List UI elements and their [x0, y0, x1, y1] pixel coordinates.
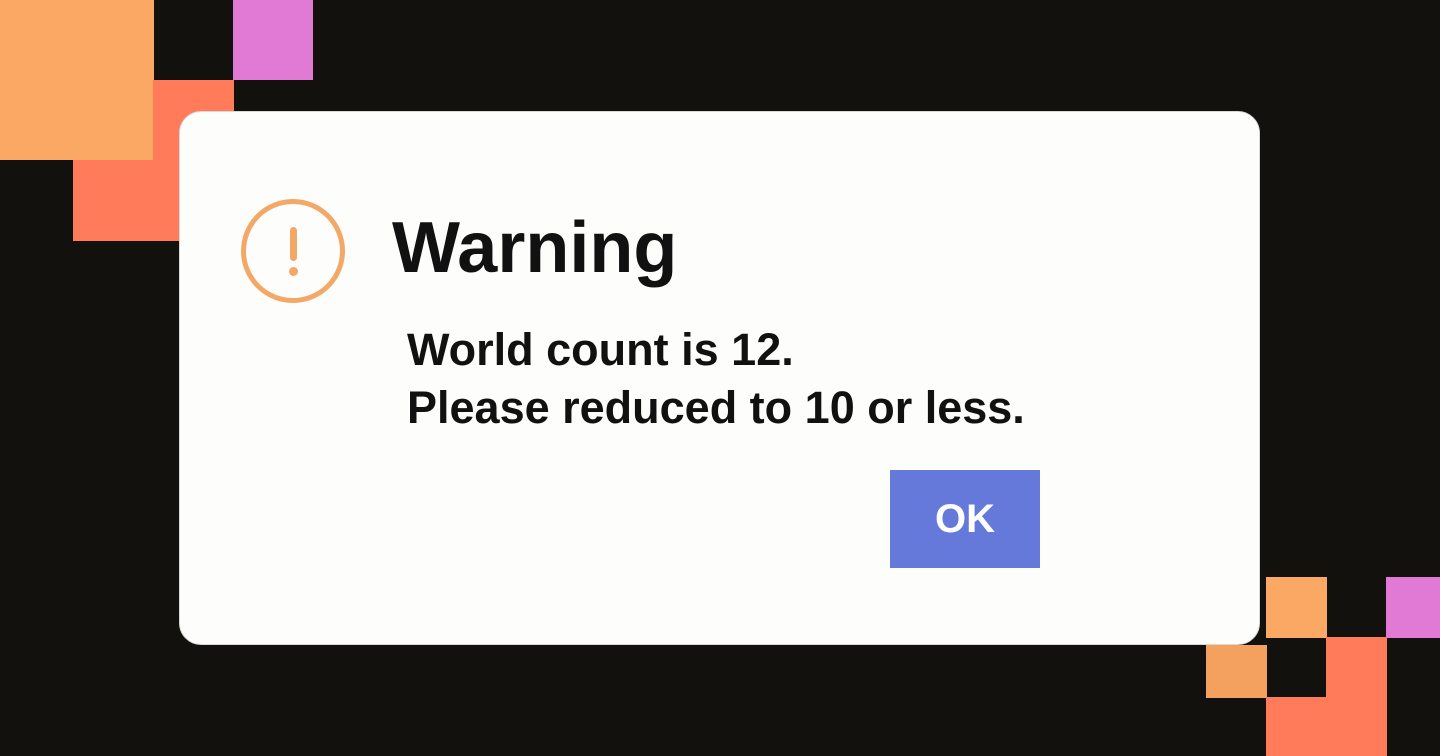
decor-square [73, 160, 180, 241]
warning-dialog: Warning World count is 12. Please reduce… [179, 111, 1260, 645]
message-line: World count is 12. [407, 324, 794, 375]
decor-square [1326, 637, 1387, 698]
decor-square [0, 0, 154, 160]
dialog-message: World count is 12. Please reduced to 10 … [407, 321, 1025, 437]
decor-square [1206, 645, 1267, 698]
message-line: Please reduced to 10 or less. [407, 382, 1025, 433]
decor-square [1386, 577, 1440, 638]
decor-square [1266, 577, 1327, 638]
exclamation-dot [289, 267, 298, 276]
dialog-title: Warning [392, 208, 678, 288]
decor-square [1266, 697, 1387, 756]
exclamation-bar [290, 227, 297, 261]
ok-button[interactable]: OK [890, 470, 1040, 568]
decor-square [233, 0, 313, 80]
exclamation-circle-icon [241, 199, 345, 303]
